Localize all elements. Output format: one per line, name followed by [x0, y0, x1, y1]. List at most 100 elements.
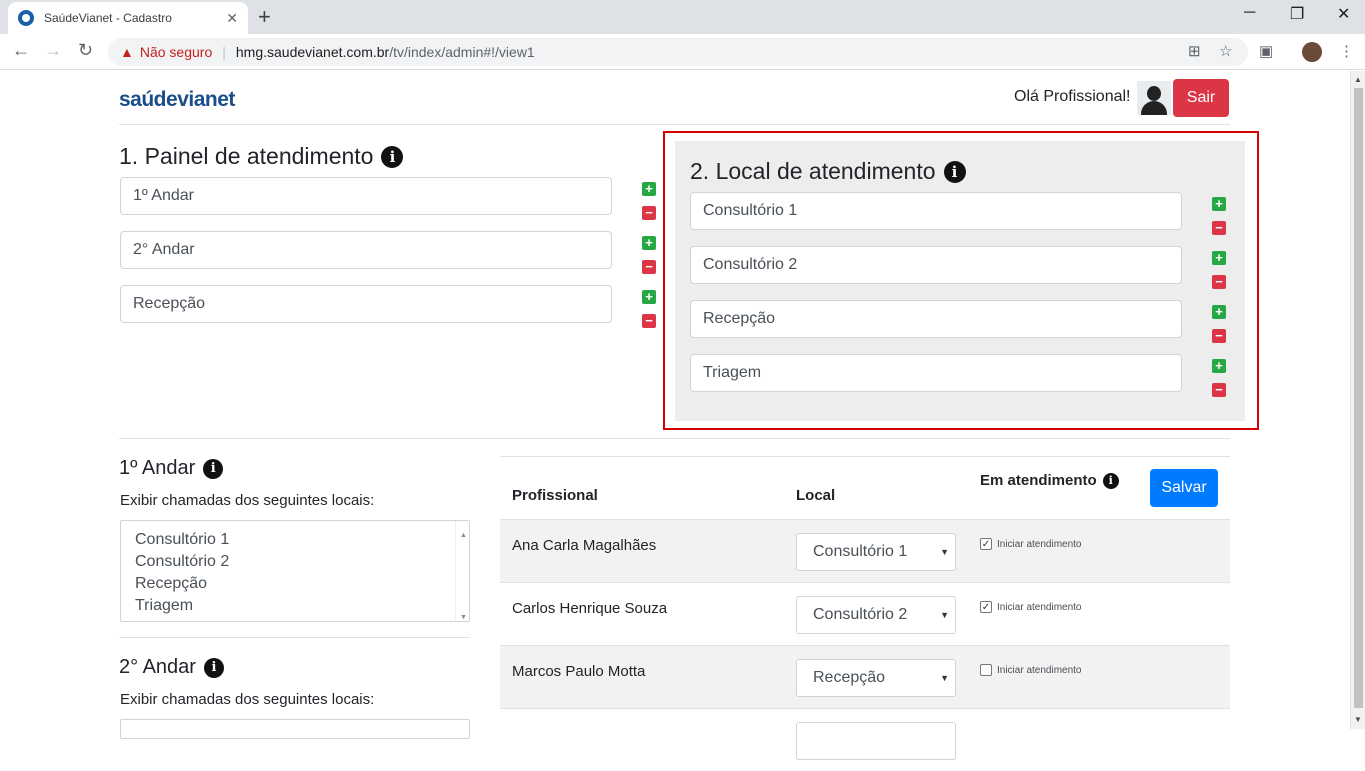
- scroll-down-icon[interactable]: ▼: [1354, 715, 1362, 724]
- local-select-value: Consultório 2: [813, 606, 908, 623]
- remove-icon[interactable]: −: [642, 314, 656, 328]
- extension-icon[interactable]: ▣: [1259, 42, 1273, 60]
- url-host: hmg.saudevianet.com.br: [235, 44, 390, 60]
- table-top-divider: [500, 456, 1230, 457]
- info-icon[interactable]: i: [943, 160, 966, 183]
- browser-tab[interactable]: SaúdeVianet - Cadastro ✕: [8, 2, 248, 34]
- local-select-value: Consultório 1: [813, 543, 908, 560]
- dropdown-caret-icon: ▼: [940, 610, 949, 620]
- translate-icon[interactable]: ⊞: [1188, 42, 1201, 60]
- add-icon[interactable]: +: [642, 236, 656, 250]
- remove-icon[interactable]: −: [642, 206, 656, 220]
- scroll-down-icon[interactable]: ▼: [460, 607, 467, 629]
- painel-input[interactable]: 2° Andar: [120, 231, 612, 269]
- table-row: Carlos Henrique Souza Consultório 2 ▼ ✓ I…: [500, 582, 1230, 645]
- table-row: Ana Carla Magalhães Consultório 1 ▼ ✓ Ini…: [500, 519, 1230, 582]
- browser-tab-bar: SaúdeVianet - Cadastro ✕ + ─ ❐ ✕: [0, 0, 1365, 34]
- logout-button[interactable]: Sair: [1173, 79, 1229, 117]
- forward-icon[interactable]: →: [44, 40, 62, 61]
- minimize-icon[interactable]: ─: [1244, 4, 1255, 22]
- atendimento-checkbox[interactable]: [980, 664, 992, 676]
- url-path: /tv/index/admin#!/view1: [389, 44, 535, 60]
- checkbox-label: Iniciar atendimento: [997, 602, 1082, 613]
- local-input[interactable]: Triagem: [690, 354, 1182, 392]
- menu-kebab-icon[interactable]: ⋮: [1339, 42, 1354, 60]
- add-icon[interactable]: +: [642, 182, 656, 196]
- page-scrollbar[interactable]: ▲ ▼: [1350, 71, 1365, 729]
- atendimento-checkbox[interactable]: ✓: [980, 538, 992, 550]
- address-separator: |: [222, 44, 226, 60]
- floor-title: 1º Andar i: [119, 457, 224, 480]
- add-icon[interactable]: +: [1212, 251, 1226, 265]
- floor-locais-label: Exibir chamadas dos seguintes locais:: [120, 492, 375, 509]
- remove-icon[interactable]: −: [1212, 383, 1226, 397]
- new-tab-button[interactable]: +: [258, 4, 271, 30]
- profissional-name: Ana Carla Magalhães: [512, 537, 657, 554]
- remove-icon[interactable]: −: [1212, 329, 1226, 343]
- scroll-up-icon[interactable]: ▲: [1354, 75, 1362, 84]
- floor-title-text: 2° Andar: [119, 656, 196, 678]
- local-input[interactable]: Consultório 1: [690, 192, 1182, 230]
- browser-toolbar: ← → ↻ ▲ Não seguro | hmg.saudevianet.com…: [0, 34, 1365, 70]
- listbox-scrollbar[interactable]: ▲ ▼: [455, 521, 469, 621]
- reload-icon[interactable]: ↻: [78, 40, 93, 61]
- local-select[interactable]: Consultório 2 ▼: [796, 596, 956, 634]
- listbox-option[interactable]: Recepção: [135, 573, 455, 595]
- local-select[interactable]: Recepção ▼: [796, 659, 956, 697]
- back-icon[interactable]: ←: [12, 40, 30, 61]
- local-input[interactable]: Consultório 2: [690, 246, 1182, 284]
- painel-section-title: 1. Painel de atendimento i: [119, 143, 404, 170]
- atendimento-checkbox[interactable]: ✓: [980, 601, 992, 613]
- floor-locais-listbox[interactable]: [120, 719, 470, 739]
- tab-close-icon[interactable]: ✕: [226, 10, 238, 27]
- floor-title-text: 1º Andar: [119, 457, 196, 479]
- close-window-icon[interactable]: ✕: [1337, 4, 1350, 24]
- column-header-atendimento-text: Em atendimento: [980, 472, 1097, 489]
- local-select[interactable]: Consultório 1 ▼: [796, 533, 956, 571]
- tab-title: SaúdeVianet - Cadastro: [44, 11, 172, 25]
- local-input[interactable]: Recepção: [690, 300, 1182, 338]
- add-icon[interactable]: +: [1212, 197, 1226, 211]
- listbox-option[interactable]: Consultório 1: [135, 529, 455, 551]
- floor-title: 2° Andar i: [119, 656, 224, 679]
- local-select-value: Recepção: [813, 669, 886, 686]
- floor-locais-listbox[interactable]: Consultório 1 Consultório 2 Recepção Tri…: [120, 520, 470, 622]
- remove-icon[interactable]: −: [1212, 275, 1226, 289]
- add-icon[interactable]: +: [642, 290, 656, 304]
- bookmark-star-icon[interactable]: ☆: [1219, 42, 1232, 60]
- painel-input[interactable]: Recepção: [120, 285, 612, 323]
- info-icon[interactable]: i: [203, 458, 224, 479]
- address-bar[interactable]: ▲ Não seguro | hmg.saudevianet.com.br /t…: [108, 38, 1248, 66]
- info-icon[interactable]: i: [1102, 472, 1119, 489]
- scroll-thumb[interactable]: [1354, 88, 1363, 708]
- warning-icon: ▲: [120, 44, 134, 60]
- floor-divider: [119, 637, 470, 638]
- dropdown-caret-icon: ▼: [940, 547, 949, 557]
- checkbox-label: Iniciar atendimento: [997, 539, 1082, 550]
- painel-input[interactable]: 1º Andar: [120, 177, 612, 215]
- dropdown-caret-icon: ▼: [940, 673, 949, 683]
- info-icon[interactable]: i: [381, 145, 404, 168]
- not-secure-label[interactable]: Não seguro: [140, 44, 212, 60]
- painel-title-text: 1. Painel de atendimento: [119, 143, 374, 169]
- local-select[interactable]: [796, 722, 956, 760]
- listbox-option[interactable]: Triagem: [135, 595, 455, 617]
- save-button[interactable]: Salvar: [1150, 469, 1218, 507]
- add-icon[interactable]: +: [1212, 359, 1226, 373]
- column-header-profissional: Profissional: [512, 487, 598, 504]
- remove-icon[interactable]: −: [1212, 221, 1226, 235]
- scroll-up-icon[interactable]: ▲: [460, 525, 467, 547]
- logo[interactable]: saúdevianet: [119, 88, 235, 112]
- listbox-option[interactable]: Consultório 2: [135, 551, 455, 573]
- column-header-atendimento: Em atendimento i: [980, 472, 1119, 489]
- profissional-name: Carlos Henrique Souza: [512, 600, 668, 617]
- profissional-name: Marcos Paulo Motta: [512, 663, 646, 680]
- profile-avatar-icon[interactable]: [1302, 42, 1322, 62]
- local-title-text: 2. Local de atendimento: [690, 158, 936, 184]
- greeting: Olá Profissional!: [1014, 88, 1131, 105]
- restore-icon[interactable]: ❐: [1290, 4, 1304, 24]
- remove-icon[interactable]: −: [642, 260, 656, 274]
- add-icon[interactable]: +: [1212, 305, 1226, 319]
- column-header-local: Local: [796, 487, 836, 504]
- info-icon[interactable]: i: [203, 657, 224, 678]
